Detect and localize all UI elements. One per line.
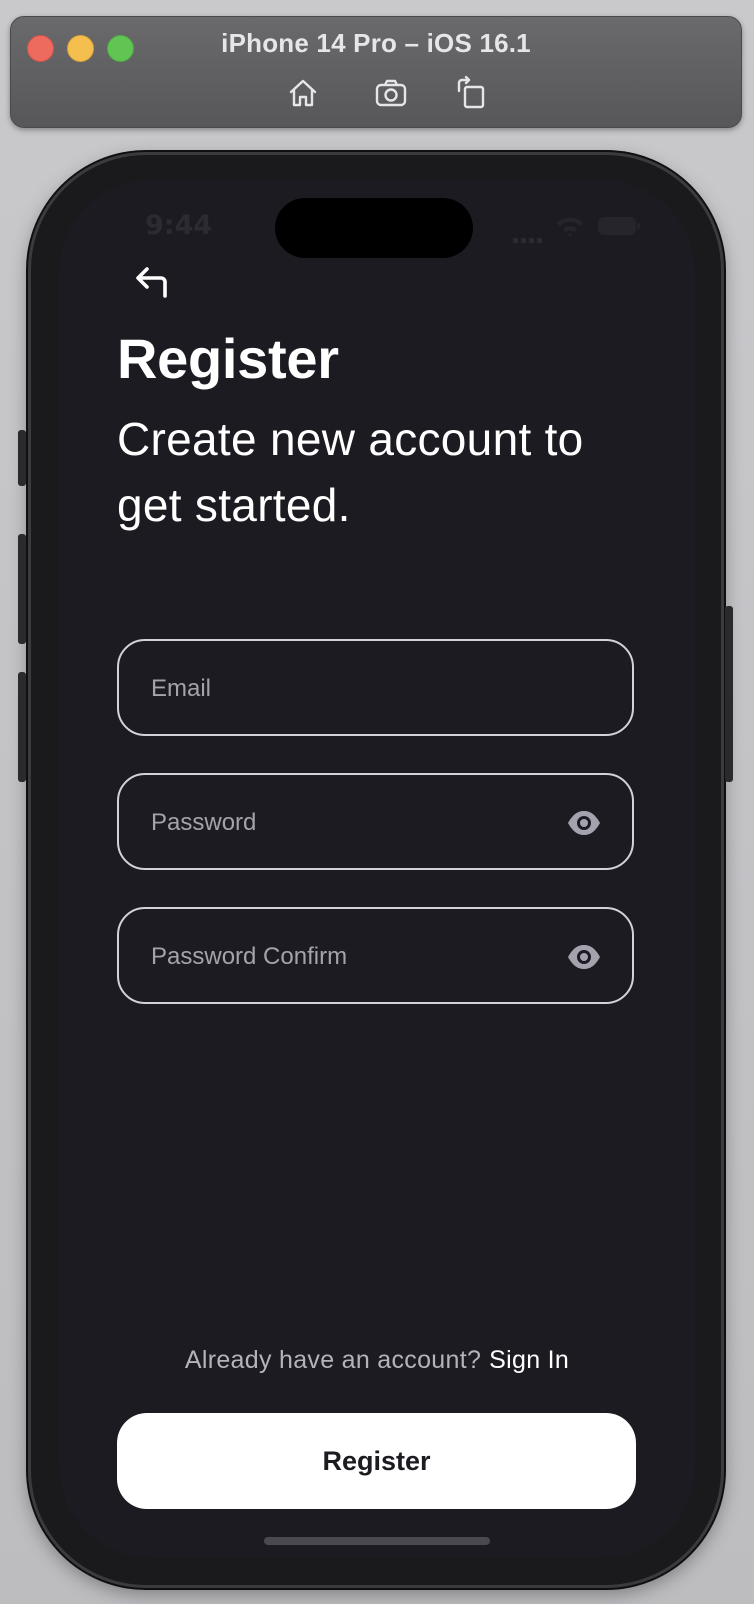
page-title: Register [117,327,339,390]
password-confirm-field-container [117,907,634,1004]
app-screen: 9:44 Register Create new account to get … [59,180,695,1558]
email-field[interactable] [149,641,533,736]
signin-prompt: Already have an account? [184,1346,482,1374]
back-arrow-icon[interactable] [131,260,173,302]
battery-icon [597,216,641,236]
power-button[interactable] [725,606,733,782]
show-password-confirm-icon[interactable] [566,939,602,975]
password-field-container [117,773,634,870]
register-button[interactable]: Register [117,1413,636,1509]
mute-switch [18,430,26,486]
password-confirm-field[interactable] [149,909,533,1004]
signin-link[interactable]: Sign In [489,1346,569,1374]
simulator-title-bar: iPhone 14 Pro – iOS 16.1 [10,16,742,128]
cellular-signal-icon [513,230,545,243]
email-field-container [117,639,634,736]
password-field[interactable] [149,775,533,870]
window-title: iPhone 14 Pro – iOS 16.1 [221,28,531,58]
volume-up-button[interactable] [18,534,26,644]
dynamic-island [275,198,473,258]
show-password-icon[interactable] [566,805,602,841]
volume-down-button[interactable] [18,672,26,782]
screenshot-icon[interactable] [373,75,409,111]
status-time: 9:44 [145,210,213,241]
page-subtitle: Create new account to get started. [117,413,584,531]
signin-row: Already have an account? Sign In [59,1346,695,1375]
wifi-icon [555,214,585,238]
rotate-icon[interactable] [453,75,489,111]
home-indicator[interactable] [264,1537,490,1545]
home-icon[interactable] [285,75,321,111]
